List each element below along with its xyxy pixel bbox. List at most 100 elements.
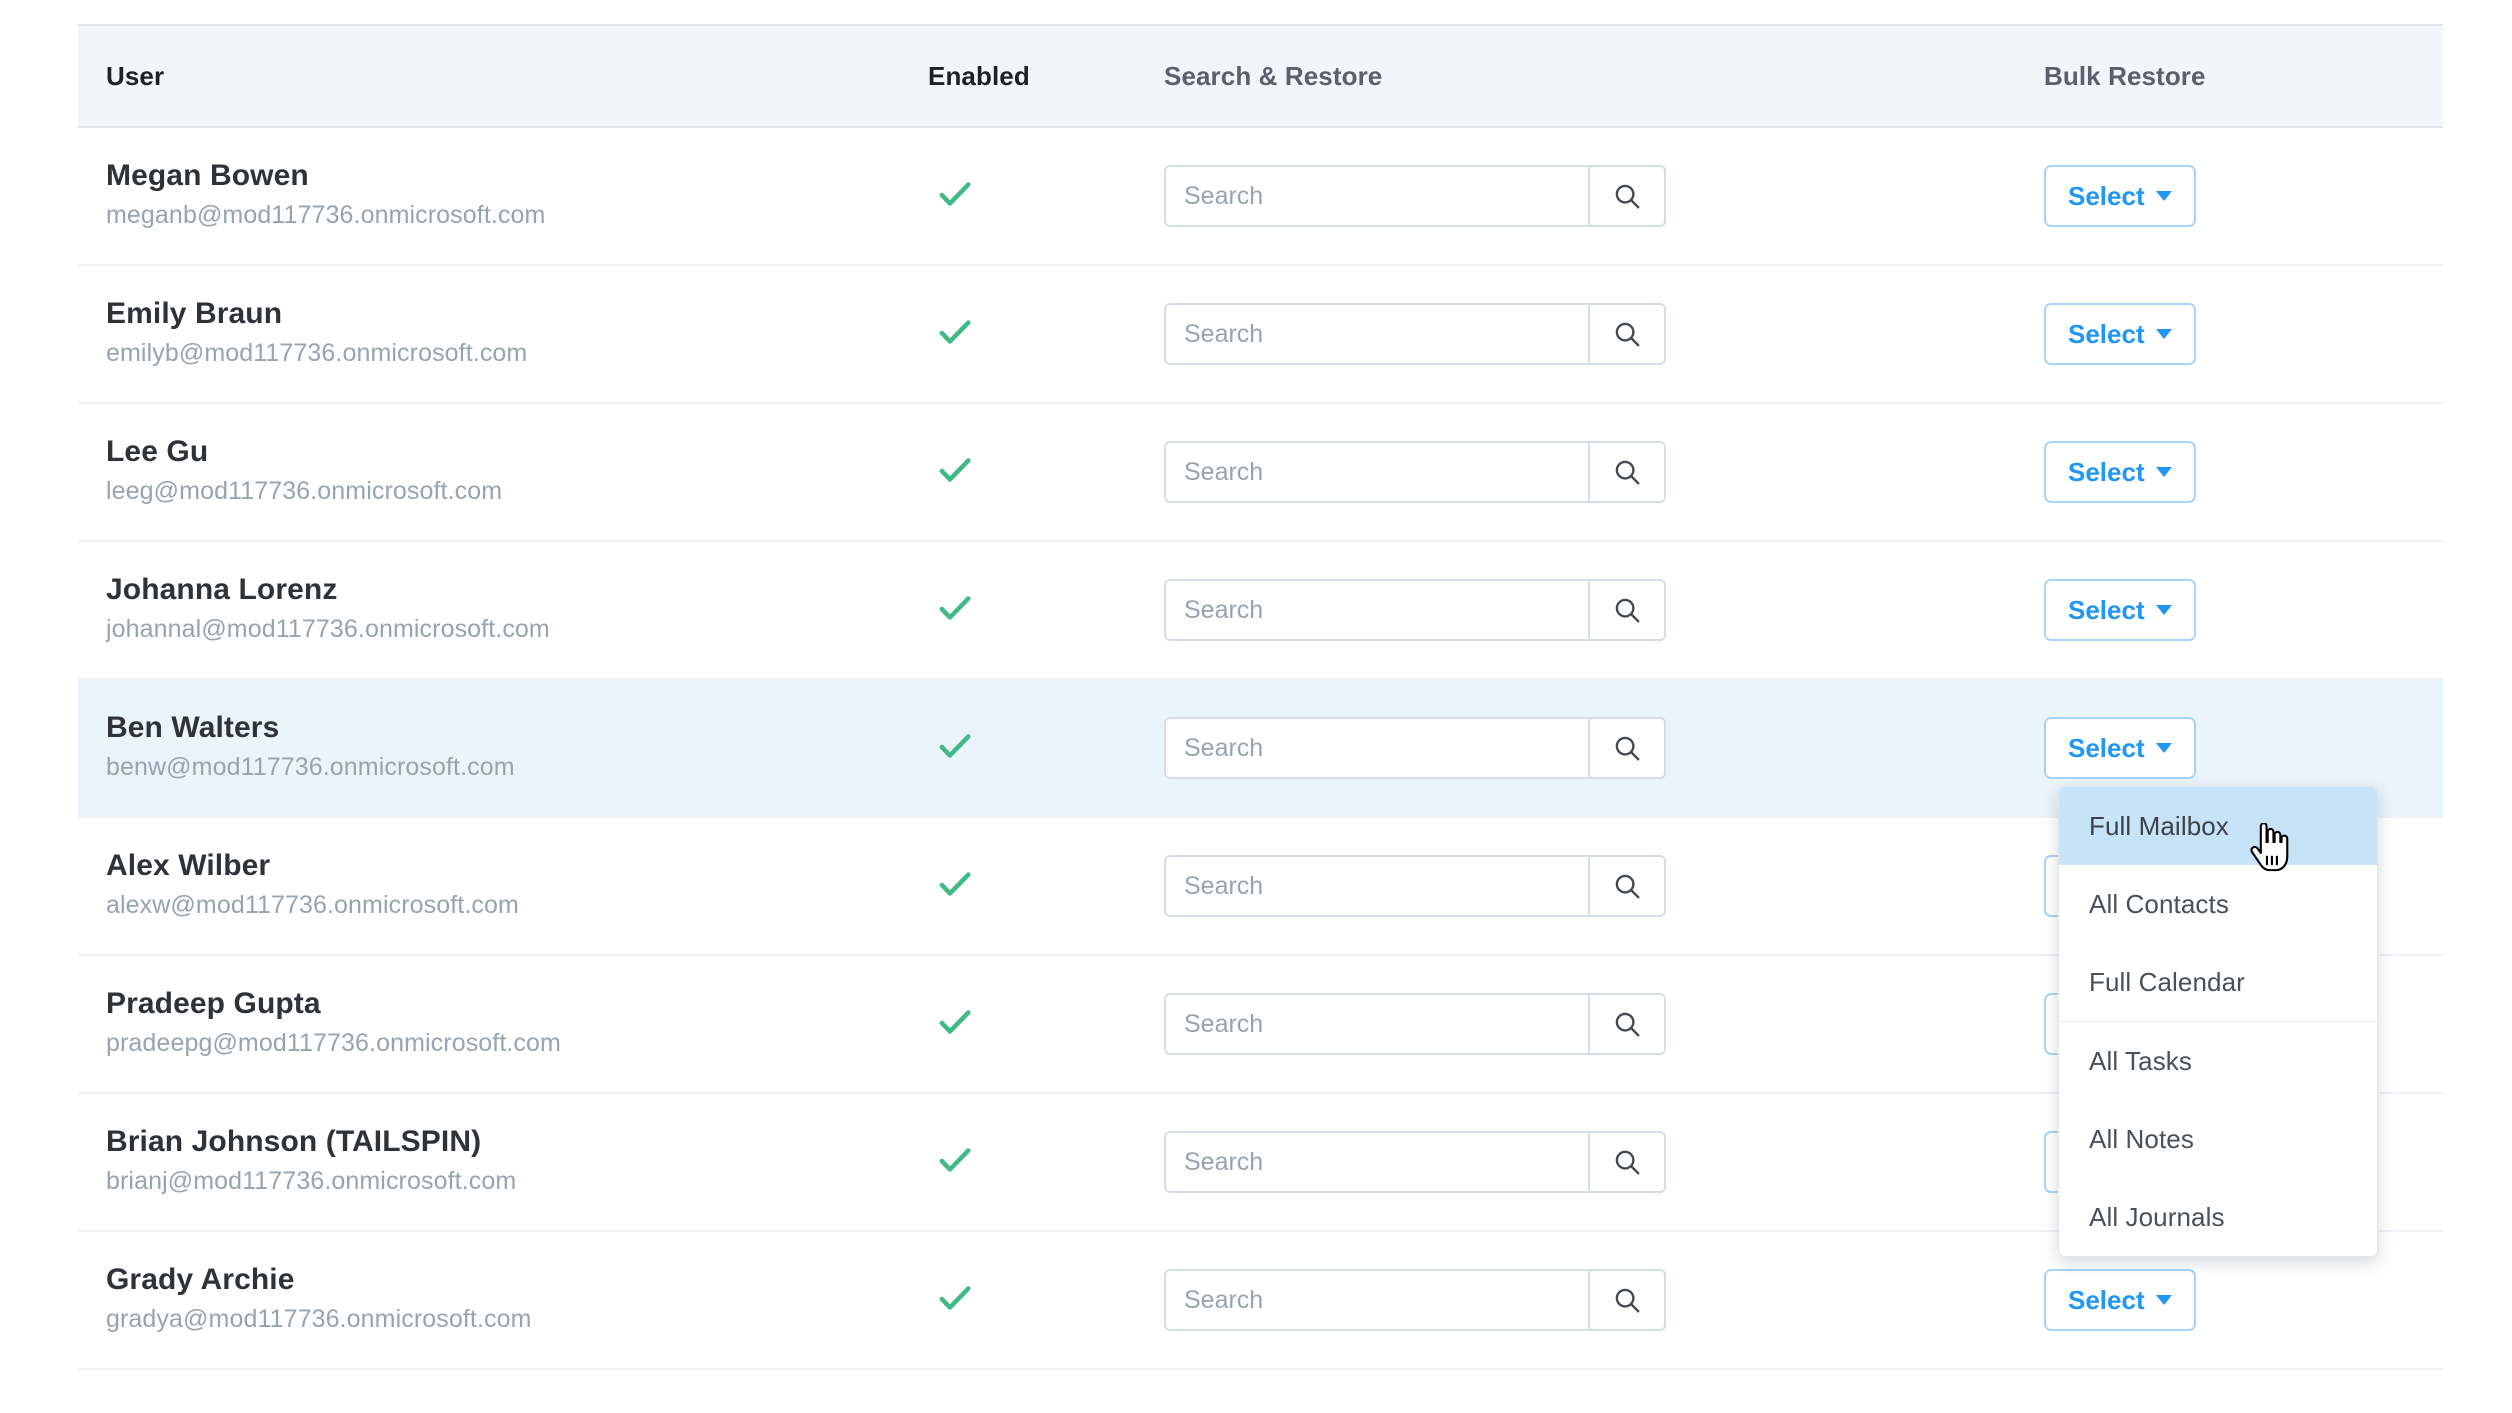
search-input[interactable] bbox=[1164, 165, 1588, 227]
user-cell: Megan Bowen meganb@mod117736.onmicrosoft.… bbox=[78, 127, 928, 266]
bulk-restore-select-label: Select bbox=[2068, 180, 2145, 211]
search-restore-cell bbox=[1164, 817, 2044, 956]
search-button[interactable] bbox=[1588, 993, 1666, 1055]
check-icon bbox=[934, 1139, 976, 1181]
magnifier-icon bbox=[1615, 874, 1640, 899]
column-header-bulk-restore: Bulk Restore bbox=[2044, 24, 2443, 128]
search-input[interactable] bbox=[1164, 717, 1588, 779]
search-button[interactable] bbox=[1588, 1269, 1666, 1331]
search-input[interactable] bbox=[1164, 1131, 1588, 1193]
table-row[interactable]: Johanna Lorenz johannal@mod117736.onmicro… bbox=[78, 541, 2443, 680]
magnifier-icon bbox=[1615, 1288, 1640, 1313]
search-input[interactable] bbox=[1164, 993, 1588, 1055]
bulk-restore-select-label: Select bbox=[2068, 318, 2145, 349]
magnifier-icon bbox=[1615, 598, 1640, 623]
bulk-restore-select-button[interactable]: Select bbox=[2044, 717, 2196, 779]
bulk-restore-select-button[interactable]: Select bbox=[2044, 441, 2196, 503]
bulk-restore-dropdown-menu[interactable]: Full Mailbox All Contacts Full Calendar All… bbox=[2058, 786, 2378, 1257]
bulk-restore-select-button[interactable]: Select bbox=[2044, 1269, 2196, 1331]
user-name: Grady Archie bbox=[106, 1262, 295, 1296]
enabled-cell bbox=[928, 1093, 1164, 1232]
user-name: Johanna Lorenz bbox=[106, 572, 338, 606]
enabled-cell bbox=[928, 265, 1164, 404]
caret-down-icon bbox=[2155, 467, 2172, 477]
bulk-restore-select-label: Select bbox=[2068, 594, 2145, 625]
search-restore-cell bbox=[1164, 679, 2044, 818]
user-cell: Pradeep Gupta pradeepg@mod117736.onmicros… bbox=[78, 955, 928, 1094]
bulk-restore-cell: Select bbox=[2044, 541, 2443, 680]
column-header-enabled: Enabled bbox=[928, 24, 1164, 128]
search-restore-cell bbox=[1164, 1231, 2044, 1370]
user-name: Emily Braun bbox=[106, 296, 283, 330]
bulk-restore-select-button[interactable]: Select bbox=[2044, 579, 2196, 641]
table-header-row: User Enabled Search & Restore Bulk Resto… bbox=[78, 24, 2443, 128]
caret-down-icon bbox=[2155, 1295, 2172, 1305]
magnifier-icon bbox=[1615, 1150, 1640, 1175]
magnifier-icon bbox=[1615, 460, 1640, 485]
user-name: Pradeep Gupta bbox=[106, 986, 321, 1020]
magnifier-icon bbox=[1615, 1012, 1640, 1037]
user-name: Brian Johnson (TAILSPIN) bbox=[106, 1124, 482, 1158]
bulk-restore-select-button[interactable]: Select bbox=[2044, 165, 2196, 227]
user-name: Megan Bowen bbox=[106, 158, 309, 192]
search-input[interactable] bbox=[1164, 579, 1588, 641]
table-row[interactable]: Lee Gu leeg@mod117736.onmicrosoft.com Sele… bbox=[78, 403, 2443, 542]
bulk-restore-select-button[interactable]: Select bbox=[2044, 303, 2196, 365]
dropdown-item[interactable]: All Journals bbox=[2059, 1178, 2377, 1256]
user-cell: Emily Braun emilyb@mod117736.onmicrosoft.… bbox=[78, 265, 928, 404]
magnifier-icon bbox=[1615, 184, 1640, 209]
search-restore-cell bbox=[1164, 955, 2044, 1094]
user-cell: Alex Wilber alexw@mod117736.onmicrosoft.c… bbox=[78, 817, 928, 956]
dropdown-item[interactable]: Full Mailbox bbox=[2059, 787, 2377, 865]
search-button[interactable] bbox=[1588, 855, 1666, 917]
caret-down-icon bbox=[2155, 191, 2172, 201]
user-email: johannal@mod117736.onmicrosoft.com bbox=[106, 614, 550, 643]
search-restore-cell bbox=[1164, 265, 2044, 404]
search-restore-cell bbox=[1164, 1093, 2044, 1232]
enabled-cell bbox=[928, 955, 1164, 1094]
search-button[interactable] bbox=[1588, 579, 1666, 641]
user-name: Alex Wilber bbox=[106, 848, 271, 882]
bulk-restore-cell: Select bbox=[2044, 265, 2443, 404]
check-icon bbox=[934, 1001, 976, 1043]
user-cell: Johanna Lorenz johannal@mod117736.onmicro… bbox=[78, 541, 928, 680]
search-input[interactable] bbox=[1164, 1269, 1588, 1331]
magnifier-icon bbox=[1615, 736, 1640, 761]
dropdown-item[interactable]: Full Calendar bbox=[2059, 943, 2377, 1021]
dropdown-item[interactable]: All Notes bbox=[2059, 1100, 2377, 1178]
search-button[interactable] bbox=[1588, 441, 1666, 503]
search-input[interactable] bbox=[1164, 855, 1588, 917]
search-input[interactable] bbox=[1164, 441, 1588, 503]
caret-down-icon bbox=[2155, 329, 2172, 339]
table-row[interactable]: Megan Bowen meganb@mod117736.onmicrosoft.… bbox=[78, 127, 2443, 266]
search-input[interactable] bbox=[1164, 303, 1588, 365]
check-icon bbox=[934, 1277, 976, 1319]
search-button[interactable] bbox=[1588, 1131, 1666, 1193]
search-button[interactable] bbox=[1588, 717, 1666, 779]
column-header-user: User bbox=[78, 24, 928, 128]
user-email: brianj@mod117736.onmicrosoft.com bbox=[106, 1166, 517, 1195]
dropdown-item[interactable]: All Tasks bbox=[2059, 1022, 2377, 1100]
enabled-cell bbox=[928, 541, 1164, 680]
search-button[interactable] bbox=[1588, 303, 1666, 365]
user-name: Ben Walters bbox=[106, 710, 280, 744]
table-row[interactable]: Emily Braun emilyb@mod117736.onmicrosoft.… bbox=[78, 265, 2443, 404]
enabled-cell bbox=[928, 679, 1164, 818]
check-icon bbox=[934, 311, 976, 353]
check-icon bbox=[934, 173, 976, 215]
search-restore-cell bbox=[1164, 403, 2044, 542]
search-input-group bbox=[1164, 441, 1666, 503]
dropdown-item[interactable]: All Contacts bbox=[2059, 865, 2377, 943]
search-input-group bbox=[1164, 1269, 1666, 1331]
search-input-group bbox=[1164, 717, 1666, 779]
search-button[interactable] bbox=[1588, 165, 1666, 227]
search-restore-cell bbox=[1164, 541, 2044, 680]
search-input-group bbox=[1164, 303, 1666, 365]
user-email: gradya@mod117736.onmicrosoft.com bbox=[106, 1304, 532, 1333]
user-email: pradeepg@mod117736.onmicrosoft.com bbox=[106, 1028, 561, 1057]
bulk-restore-cell: Select bbox=[2044, 403, 2443, 542]
magnifier-icon bbox=[1615, 322, 1640, 347]
caret-down-icon bbox=[2155, 605, 2172, 615]
user-email: benw@mod117736.onmicrosoft.com bbox=[106, 752, 515, 781]
search-input-group bbox=[1164, 993, 1666, 1055]
